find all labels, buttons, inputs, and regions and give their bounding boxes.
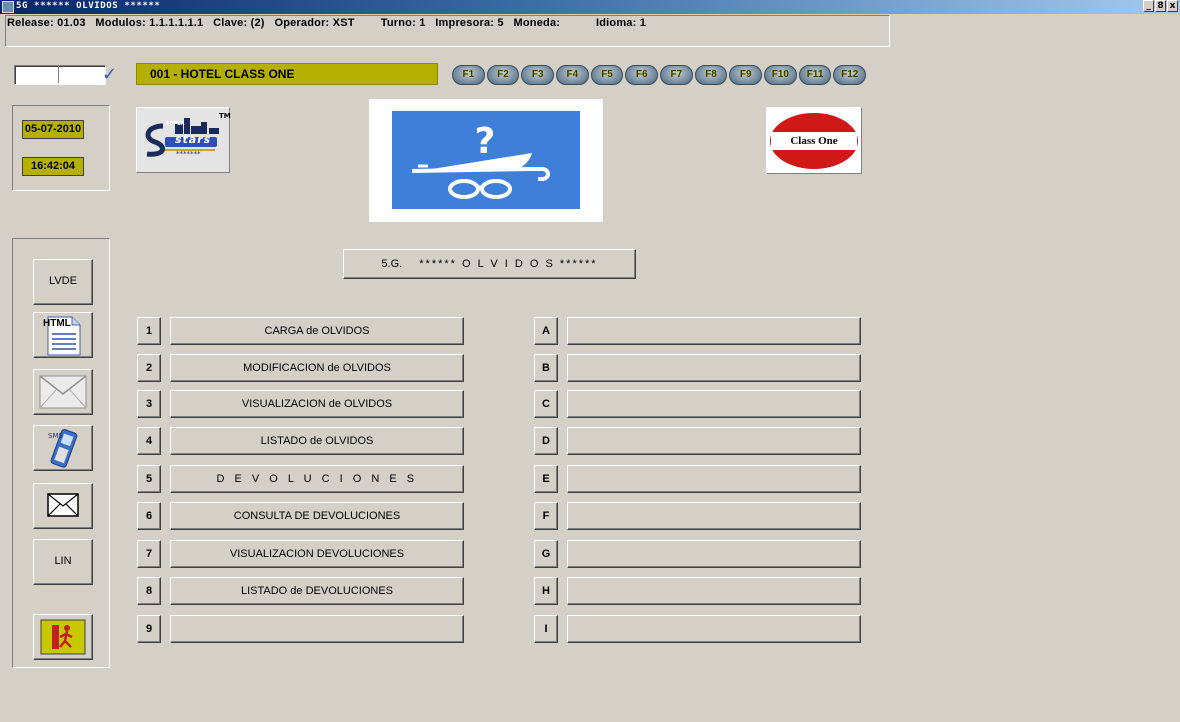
close-button[interactable]: x [1167, 0, 1178, 12]
window-title: 5G ****** OLVIDOS ****** [16, 1, 161, 11]
class-one-logo-text: Class One [790, 135, 838, 147]
menu-key-h[interactable]: H [534, 577, 558, 605]
exit-button[interactable] [33, 614, 93, 660]
devoluciones-button[interactable]: D E V O L U C I O N E S [170, 465, 464, 493]
listado-devoluciones-button[interactable]: LISTADO de DEVOLUCIONES [170, 577, 464, 605]
stars-logo-text: stars [175, 133, 212, 146]
lvde-button[interactable]: LVDE [33, 259, 93, 305]
maximize-button[interactable]: 8 [1155, 0, 1166, 12]
menu-key-5[interactable]: 5 [137, 465, 161, 493]
svg-text:SMS: SMS [48, 432, 63, 440]
stars-logo-small-text: SUPER [166, 121, 185, 127]
menu-option-9-button[interactable] [170, 615, 464, 643]
module-name: ****** O L V I D O S ****** [419, 258, 598, 270]
mail-button[interactable] [33, 483, 93, 529]
app-icon[interactable] [2, 1, 14, 13]
module-code: 5.G. [381, 258, 403, 270]
menu-key-b[interactable]: B [534, 354, 558, 382]
menu-key-g[interactable]: G [534, 540, 558, 568]
menu-key-d[interactable]: D [534, 427, 558, 455]
menu-key-a[interactable]: A [534, 317, 558, 345]
stars-logo-tm: TM [219, 112, 231, 120]
menu-key-f[interactable]: F [534, 502, 558, 530]
html-label: HTML [43, 318, 71, 329]
menu-option-e-button[interactable] [567, 465, 861, 493]
mail-icon [47, 493, 79, 517]
minimize-button[interactable]: _ [1143, 0, 1154, 12]
menu-option-g-button[interactable] [567, 540, 861, 568]
menu-option-d-button[interactable] [567, 427, 861, 455]
moneda-label: Moneda: [513, 17, 561, 29]
exit-door-icon [40, 619, 86, 655]
release-label: Release: 01.03 [7, 17, 86, 29]
hotel-name: 001 - HOTEL CLASS ONE [136, 63, 438, 85]
lin-label: LIN [54, 555, 72, 567]
sms-button[interactable]: SMS [33, 425, 93, 471]
date-display: 05-07-2010 [22, 120, 84, 139]
lost-items-icon: ? [392, 111, 580, 209]
menu-key-2[interactable]: 2 [137, 354, 161, 382]
datetime-panel [12, 105, 110, 191]
menu-option-f-button[interactable] [567, 502, 861, 530]
modulos-label: Modulos: 1.1.1.1.1.1 [95, 17, 204, 29]
menu-option-i-button[interactable] [567, 615, 861, 643]
function-key-bar: F1 F2 F3 F4 F5 F6 F7 F8 F9 F10 F11 F12 [452, 65, 867, 85]
visualizacion-olvidos-button[interactable]: VISUALIZACION de OLVIDOS [170, 390, 464, 418]
menu-key-6[interactable]: 6 [137, 502, 161, 530]
f2-button[interactable]: F2 [486, 65, 520, 85]
window-title-bar[interactable] [0, 0, 1180, 14]
stars-logo-dots: ******* [176, 150, 201, 158]
f12-button[interactable]: F12 [833, 65, 867, 85]
menu-key-8[interactable]: 8 [137, 577, 161, 605]
modificacion-olvidos-button[interactable]: MODIFICACION de OLVIDOS [170, 354, 464, 382]
mobile-phone-icon: SMS [48, 429, 78, 468]
menu-key-c[interactable]: C [534, 390, 558, 418]
f3-button[interactable]: F3 [521, 65, 555, 85]
clave-label: Clave: (2) [213, 17, 265, 29]
f4-button[interactable]: F4 [556, 65, 589, 85]
turno-label: Turno: 1 [380, 17, 426, 29]
f9-button[interactable]: F9 [729, 65, 763, 85]
f10-button[interactable]: F10 [764, 65, 797, 85]
idioma-label: Idioma: 1 [595, 17, 647, 29]
f11-button[interactable]: F11 [798, 65, 832, 85]
listado-olvidos-button[interactable]: LISTADO de OLVIDOS [170, 427, 464, 455]
code-input[interactable] [14, 65, 106, 85]
f1-button[interactable]: F1 [452, 65, 485, 85]
f7-button[interactable]: F7 [660, 65, 693, 85]
consulta-devoluciones-button[interactable]: CONSULTA DE DEVOLUCIONES [170, 502, 464, 530]
time-display: 16:42:04 [22, 157, 84, 176]
f6-button[interactable]: F6 [625, 65, 659, 85]
window-controls: _ 8 x [1143, 0, 1178, 14]
module-title-button[interactable]: 5.G. ****** O L V I D O S ****** [343, 249, 636, 279]
menu-option-c-button[interactable] [567, 390, 861, 418]
info-bar-text: Release: 01.03 Modulos: 1.1.1.1.1.1 Clav… [7, 17, 646, 29]
menu-key-e[interactable]: E [534, 465, 558, 493]
lvde-label: LVDE [49, 275, 77, 287]
email-button[interactable] [33, 369, 93, 415]
f8-button[interactable]: F8 [694, 65, 728, 85]
impresora-label: Impresora: 5 [435, 17, 504, 29]
menu-key-4[interactable]: 4 [137, 427, 161, 455]
code-input-divider [58, 66, 59, 83]
menu-key-7[interactable]: 7 [137, 540, 161, 568]
carga-olvidos-button[interactable]: CARGA de OLVIDOS [170, 317, 464, 345]
visualizacion-devoluciones-button[interactable]: VISUALIZACION DEVOLUCIONES [170, 540, 464, 568]
lin-button[interactable]: LIN [33, 539, 93, 585]
svg-text:?: ? [475, 121, 496, 162]
menu-option-h-button[interactable] [567, 577, 861, 605]
check-icon[interactable]: ✓ [102, 64, 120, 86]
menu-key-1[interactable]: 1 [137, 317, 161, 345]
menu-key-3[interactable]: 3 [137, 390, 161, 418]
menu-option-a-button[interactable] [567, 317, 861, 345]
operador-label: Operador: XST [274, 17, 355, 29]
menu-key-i[interactable]: I [534, 615, 558, 643]
menu-key-9[interactable]: 9 [137, 615, 161, 643]
f5-button[interactable]: F5 [590, 65, 624, 85]
menu-option-b-button[interactable] [567, 354, 861, 382]
envelope-icon [39, 375, 87, 409]
